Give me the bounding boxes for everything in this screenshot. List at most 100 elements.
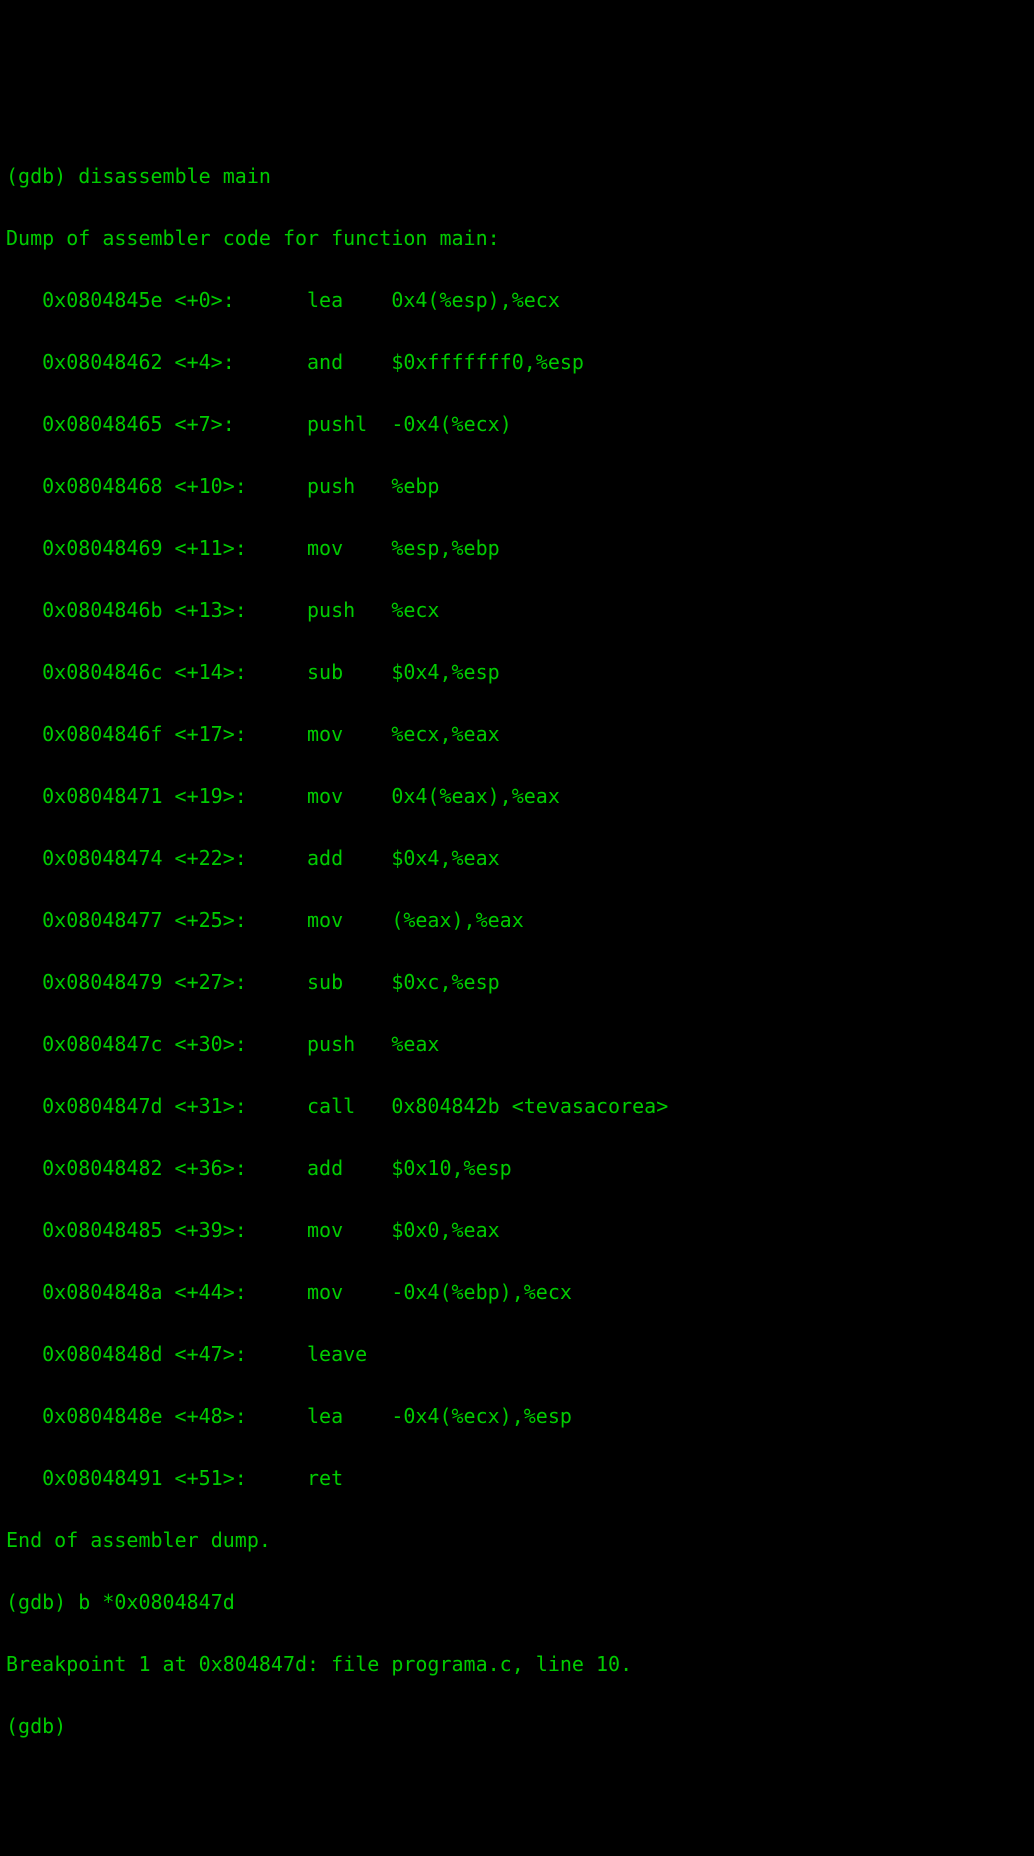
asm-pad bbox=[247, 474, 307, 498]
gdb-command-disasm: disassemble main bbox=[78, 164, 271, 188]
asm-addr: 0x0804848e bbox=[42, 1401, 174, 1432]
asm-pad2 bbox=[343, 722, 391, 746]
asm-operands: -0x4(%ecx) bbox=[391, 412, 511, 436]
asm-pad2 bbox=[367, 1342, 391, 1366]
asm-offset: <+51>: bbox=[175, 1466, 247, 1490]
asm-operands: $0x4,%esp bbox=[391, 660, 499, 684]
asm-operands: $0x0,%eax bbox=[391, 1218, 499, 1242]
asm-operands: 0x804842b <tevasacorea> bbox=[391, 1094, 668, 1118]
asm-addr: 0x0804845e bbox=[42, 285, 174, 316]
asm-addr: 0x08048468 bbox=[42, 471, 174, 502]
asm-line: 0x0804846f<+17>: mov %ecx,%eax bbox=[6, 719, 1034, 750]
asm-line: 0x0804846c<+14>: sub $0x4,%esp bbox=[6, 657, 1034, 688]
asm-operands: -0x4(%ebp),%ecx bbox=[391, 1280, 572, 1304]
asm-operands: $0xc,%esp bbox=[391, 970, 499, 994]
asm-operands: %esp,%ebp bbox=[391, 536, 499, 560]
asm-offset: <+36>: bbox=[175, 1156, 247, 1180]
asm-pad bbox=[247, 598, 307, 622]
asm-pad2 bbox=[343, 970, 391, 994]
asm-addr: 0x0804848a bbox=[42, 1277, 174, 1308]
asm-pad2 bbox=[343, 1404, 391, 1428]
dump-footer: End of assembler dump. bbox=[6, 1525, 1034, 1556]
asm-pad bbox=[247, 1404, 307, 1428]
asm-operands: (%eax),%eax bbox=[391, 908, 523, 932]
asm-pad2 bbox=[343, 1218, 391, 1242]
asm-offset: <+13>: bbox=[175, 598, 247, 622]
asm-pad2 bbox=[343, 908, 391, 932]
dump-header: Dump of assembler code for function main… bbox=[6, 223, 1034, 254]
asm-pad bbox=[247, 1156, 307, 1180]
asm-addr: 0x08048482 bbox=[42, 1153, 174, 1184]
asm-offset: <+14>: bbox=[175, 660, 247, 684]
asm-operands: 0x4(%eax),%eax bbox=[391, 784, 560, 808]
asm-line: 0x0804848d<+47>: leave bbox=[6, 1339, 1034, 1370]
asm-addr: 0x08048465 bbox=[42, 409, 174, 440]
asm-pad bbox=[247, 660, 307, 684]
asm-addr: 0x08048477 bbox=[42, 905, 174, 936]
asm-operands: $0x10,%esp bbox=[391, 1156, 511, 1180]
asm-mnemonic: and bbox=[307, 350, 343, 374]
asm-offset: <+25>: bbox=[175, 908, 247, 932]
asm-pad bbox=[235, 412, 307, 436]
asm-mnemonic: push bbox=[307, 474, 355, 498]
asm-mnemonic: mov bbox=[307, 536, 343, 560]
asm-mnemonic: mov bbox=[307, 1280, 343, 1304]
gdb-command-break: b *0x0804847d bbox=[78, 1590, 235, 1614]
asm-pad2 bbox=[343, 288, 391, 312]
asm-line: 0x0804848e<+48>: lea -0x4(%ecx),%esp bbox=[6, 1401, 1034, 1432]
asm-mnemonic: pushl bbox=[307, 412, 367, 436]
asm-offset: <+19>: bbox=[175, 784, 247, 808]
asm-addr: 0x0804846f bbox=[42, 719, 174, 750]
asm-pad bbox=[247, 1094, 307, 1118]
asm-pad bbox=[247, 1466, 307, 1490]
asm-line: 0x08048477<+25>: mov (%eax),%eax bbox=[6, 905, 1034, 936]
asm-mnemonic: mov bbox=[307, 908, 343, 932]
asm-pad2 bbox=[355, 474, 391, 498]
asm-offset: <+47>: bbox=[175, 1342, 247, 1366]
asm-pad2 bbox=[343, 1466, 391, 1490]
gdb-prompt-line[interactable]: (gdb) bbox=[6, 1711, 1034, 1742]
asm-pad2 bbox=[343, 660, 391, 684]
asm-operands: $0xfffffff0,%esp bbox=[391, 350, 584, 374]
asm-addr: 0x08048474 bbox=[42, 843, 174, 874]
asm-pad2 bbox=[343, 846, 391, 870]
asm-line: 0x08048474<+22>: add $0x4,%eax bbox=[6, 843, 1034, 874]
asm-operands: -0x4(%ecx),%esp bbox=[391, 1404, 572, 1428]
asm-operands: %ebp bbox=[391, 474, 439, 498]
asm-pad bbox=[247, 784, 307, 808]
asm-pad bbox=[247, 908, 307, 932]
asm-line: 0x08048465<+7>: pushl -0x4(%ecx) bbox=[6, 409, 1034, 440]
asm-offset: <+31>: bbox=[175, 1094, 247, 1118]
asm-mnemonic: mov bbox=[307, 784, 343, 808]
asm-mnemonic: add bbox=[307, 846, 343, 870]
asm-addr: 0x08048491 bbox=[42, 1463, 174, 1494]
asm-mnemonic: mov bbox=[307, 1218, 343, 1242]
asm-pad bbox=[247, 846, 307, 870]
asm-pad2 bbox=[355, 1094, 391, 1118]
asm-offset: <+17>: bbox=[175, 722, 247, 746]
asm-line: 0x0804847c<+30>: push %eax bbox=[6, 1029, 1034, 1060]
asm-line: 0x0804845e<+0>: lea 0x4(%esp),%ecx bbox=[6, 285, 1034, 316]
asm-pad2 bbox=[355, 598, 391, 622]
asm-offset: <+11>: bbox=[175, 536, 247, 560]
asm-offset: <+7>: bbox=[175, 412, 235, 436]
asm-line: 0x0804848a<+44>: mov -0x4(%ebp),%ecx bbox=[6, 1277, 1034, 1308]
gdb-prompt: (gdb) bbox=[6, 1714, 78, 1738]
asm-operands: %ecx bbox=[391, 598, 439, 622]
asm-mnemonic: ret bbox=[307, 1466, 343, 1490]
asm-pad bbox=[247, 1342, 307, 1366]
asm-offset: <+4>: bbox=[175, 350, 235, 374]
asm-offset: <+0>: bbox=[175, 288, 235, 312]
asm-pad bbox=[247, 536, 307, 560]
asm-addr: 0x0804847c bbox=[42, 1029, 174, 1060]
asm-line: 0x08048471<+19>: mov 0x4(%eax),%eax bbox=[6, 781, 1034, 812]
asm-addr: 0x0804846b bbox=[42, 595, 174, 626]
asm-pad bbox=[247, 1218, 307, 1242]
asm-line: 0x08048479<+27>: sub $0xc,%esp bbox=[6, 967, 1034, 998]
asm-addr: 0x08048471 bbox=[42, 781, 174, 812]
asm-pad bbox=[235, 288, 307, 312]
asm-pad bbox=[247, 970, 307, 994]
terminal[interactable]: (gdb) disassemble main Dump of assembler… bbox=[6, 130, 1034, 1773]
asm-offset: <+30>: bbox=[175, 1032, 247, 1056]
gdb-prompt-line: (gdb) disassemble main bbox=[6, 161, 1034, 192]
